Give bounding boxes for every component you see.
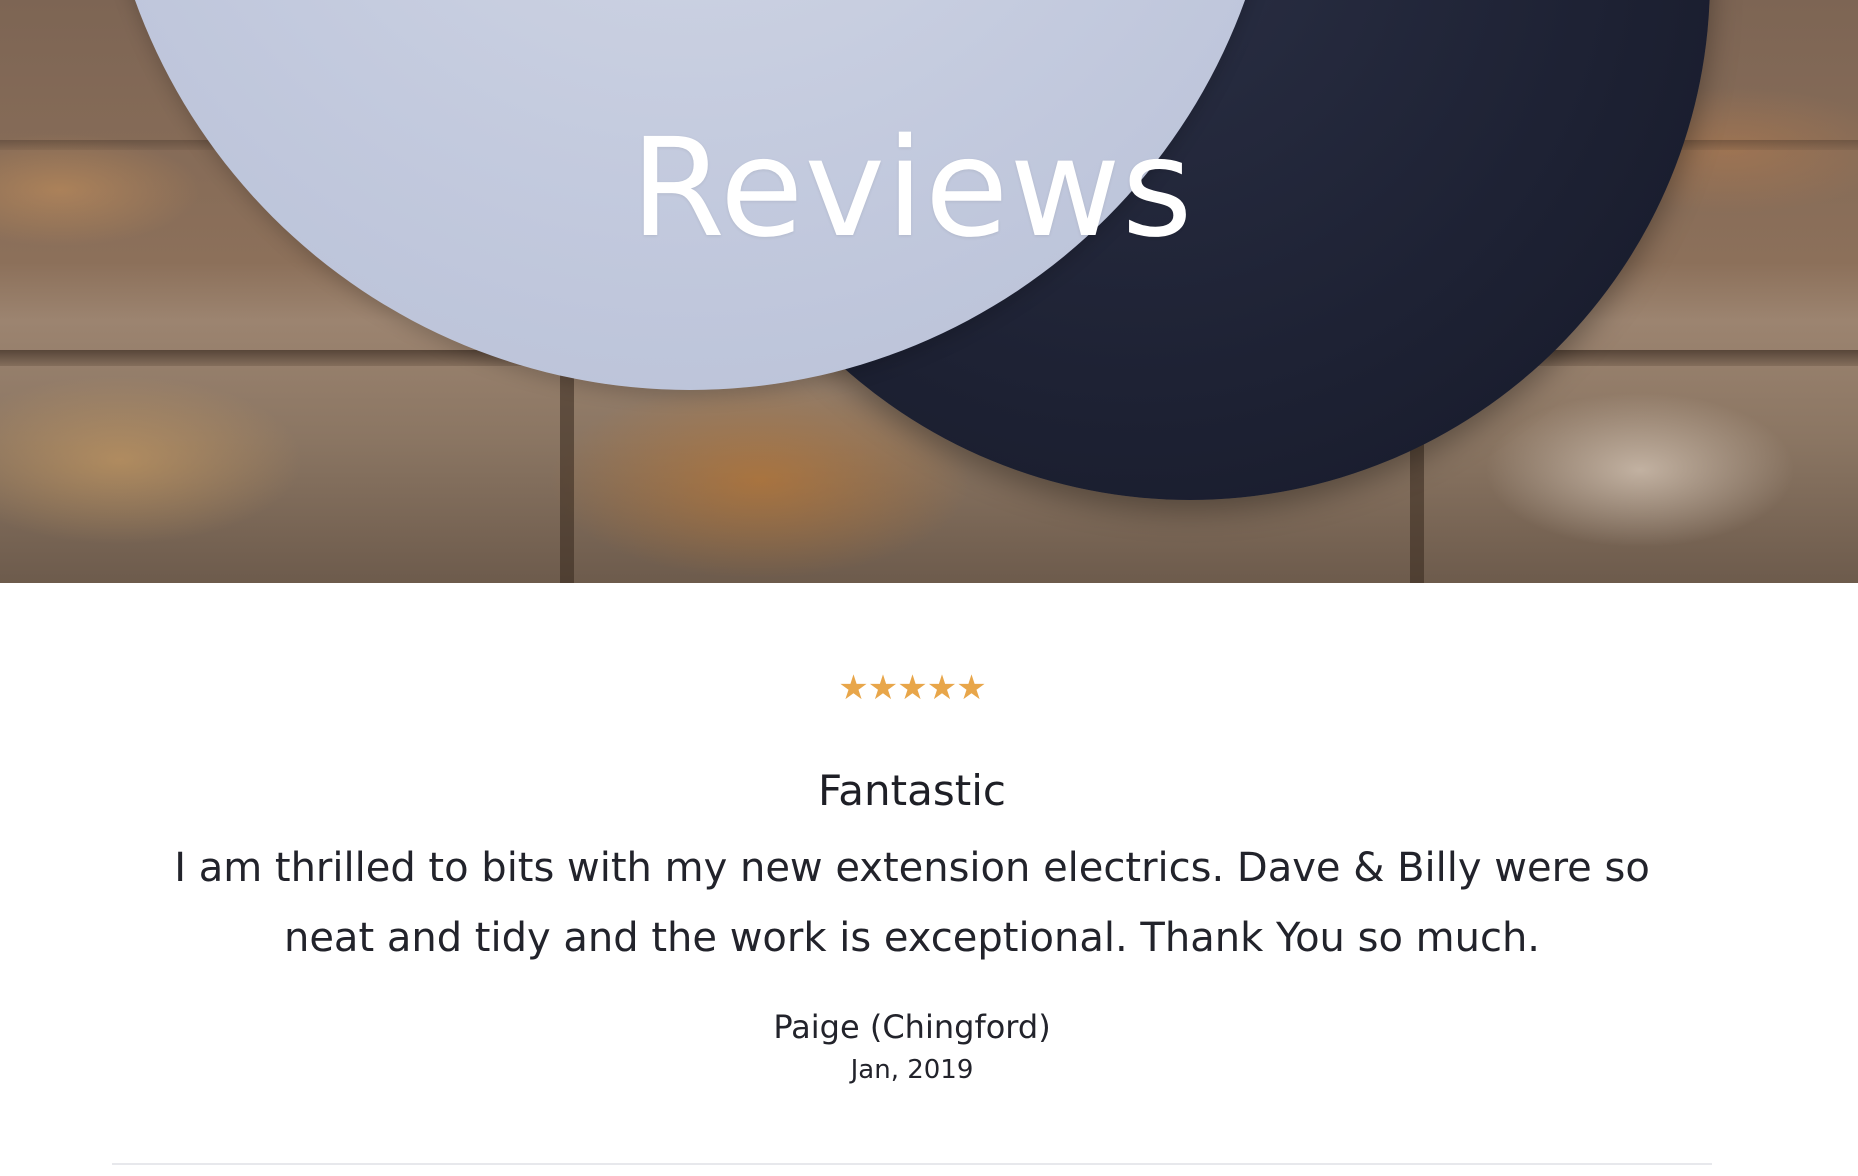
star-rating: ★★★★★ <box>0 671 1824 705</box>
star-icon: ★ <box>956 668 987 708</box>
star-icon: ★ <box>897 668 928 708</box>
review-author: Paige (Chingford) <box>773 1008 1051 1046</box>
review-text: I am thrilled to bits with my new extens… <box>174 845 1650 961</box>
hero-banner: Reviews <box>0 0 1858 583</box>
star-icon: ★ <box>867 668 899 708</box>
review-date: Jan, 2019 <box>850 1055 974 1085</box>
star-icon: ★ <box>926 668 958 708</box>
star-icon: ★ <box>838 668 869 708</box>
review-title: Fantastic <box>818 766 1006 815</box>
page-title: Reviews <box>630 110 1194 268</box>
review-divider <box>112 1163 1712 1165</box>
brick-gap <box>560 360 574 583</box>
